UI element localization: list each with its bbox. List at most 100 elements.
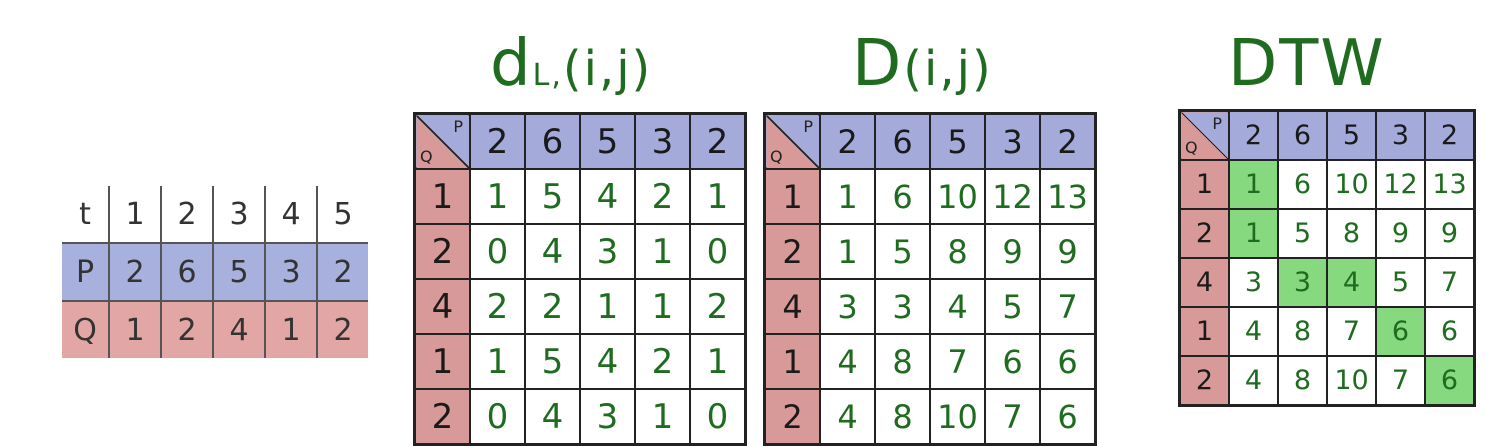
warp-path-cell: 1 <box>1228 159 1279 210</box>
matrix-cell: 2 <box>469 278 526 335</box>
dtw-title: DTW <box>1228 32 1386 96</box>
matrix-cell: 4 <box>1228 306 1279 357</box>
matrix-cell: 3 <box>1228 257 1279 308</box>
matrix-cell: 1 <box>819 223 876 280</box>
matrix-row: 2 4 8 10 7 6 <box>763 388 1097 446</box>
p-column-header: 6 <box>524 112 581 170</box>
matrix-cell: 3 <box>819 278 876 335</box>
matrix-cell: 5 <box>874 223 931 280</box>
p-column-header: 2 <box>1424 109 1476 161</box>
matrix-cell: 7 <box>1375 355 1426 407</box>
p-row: P 2 6 5 3 2 <box>62 242 368 301</box>
corner-q-label: Q <box>1185 138 1198 157</box>
matrix-cell: 9 <box>1375 208 1426 259</box>
matrix-cell: 9 <box>1424 208 1476 259</box>
p-column-header: 2 <box>1228 109 1279 161</box>
q-row-header: 2 <box>763 223 821 280</box>
matrix-cell: 2 <box>634 333 691 390</box>
p-label: P <box>62 242 109 301</box>
matrix-row: 115421 <box>413 168 747 225</box>
dtw-matrix: P Q 2 6 5 3 2 1 1 6 10 12 13 2 1 5 8 9 9 4 3 3 4 5 7 1 4 8 7 6 6 2 4 8 10 7… <box>1178 109 1476 407</box>
p-column-header: 2 <box>1039 112 1097 170</box>
matrix-cell: 5 <box>524 168 581 225</box>
q-row-header: 2 <box>413 388 471 446</box>
matrix-row: 148766 <box>1178 306 1476 357</box>
warp-path-cell: 6 <box>1424 355 1476 407</box>
p-column-header: 3 <box>984 112 1041 170</box>
matrix-cell: 8 <box>1326 208 1377 259</box>
matrix-cell: 6 <box>1277 159 1328 210</box>
matrix-row: 204310 <box>413 223 747 280</box>
matrix-cell: 7 <box>929 333 986 390</box>
q-row-header: 4 <box>413 278 471 335</box>
matrix-cell: 6 <box>1424 306 1476 357</box>
matrix-cell: 8 <box>1277 355 1328 407</box>
matrix-cell: 2 <box>689 278 747 335</box>
p-column-header: 2 <box>689 112 747 170</box>
t-value: 4 <box>264 186 317 243</box>
p-value: 3 <box>264 242 317 301</box>
corner-p-label: P <box>453 117 463 136</box>
matrix-cell: 1 <box>634 388 691 446</box>
matrix-cell: 10 <box>1326 159 1377 210</box>
matrix-cell: 2 <box>524 278 581 335</box>
t-value: 1 <box>108 186 161 243</box>
matrix-row: 215899 <box>1178 208 1476 259</box>
matrix-cell: 7 <box>1326 306 1377 357</box>
p-column-header: 3 <box>634 112 691 170</box>
matrix-row: 115421 <box>413 333 747 390</box>
q-row-header: 4 <box>1178 257 1230 308</box>
q-value: 2 <box>316 300 368 358</box>
matrix-cell: 8 <box>874 388 931 446</box>
p-value: 5 <box>212 242 265 301</box>
q-row-header: 1 <box>1178 306 1230 357</box>
p-column-header: 5 <box>929 112 986 170</box>
t-value: 3 <box>212 186 265 243</box>
matrix-cell: 0 <box>469 388 526 446</box>
warp-path-cell: 6 <box>1375 306 1426 357</box>
q-row-header: 1 <box>763 168 821 225</box>
matrix-row: 215899 <box>763 223 1097 280</box>
matrix-cell: 8 <box>929 223 986 280</box>
matrix-row: 422112 <box>413 278 747 335</box>
matrix-cell: 1 <box>634 278 691 335</box>
cost-matrix: P Q 2 6 5 3 2 1 1 6 10 12 13 2 1 5 8 9 9 4 3 3 4 5 7 1 4 8 7 6 6 2 4 8 10 7… <box>763 112 1097 446</box>
p-column-header: 5 <box>579 112 636 170</box>
corner-cell: PQ <box>1178 109 1230 161</box>
header-row: PQ26532 <box>1178 109 1476 161</box>
matrix-cell: 5 <box>524 333 581 390</box>
matrix-cell: 3 <box>874 278 931 335</box>
matrix-cell: 7 <box>984 388 1041 446</box>
matrix-row: 433457 <box>1178 257 1476 308</box>
matrix-row: 204310 <box>413 388 747 446</box>
matrix-cell: 8 <box>1277 306 1328 357</box>
matrix-cell: 12 <box>1375 159 1426 210</box>
matrix-cell: 1 <box>469 168 526 225</box>
p-value: 2 <box>316 242 368 301</box>
matrix-cell: 1 <box>689 333 747 390</box>
corner-q-label: Q <box>420 147 433 166</box>
matrix-cell: 1 <box>634 223 691 280</box>
q-value: 4 <box>212 300 265 358</box>
title-rest: (i,j) <box>562 41 653 97</box>
matrix-cell: 13 <box>1039 168 1097 225</box>
matrix-row: 148766 <box>763 333 1097 390</box>
matrix-cell: 4 <box>1228 355 1279 407</box>
warp-path-cell: 4 <box>1326 257 1377 308</box>
matrix-cell: 8 <box>874 333 931 390</box>
title-sub: L, <box>532 58 563 93</box>
matrix-cell: 4 <box>524 223 581 280</box>
title-main: D <box>852 27 904 101</box>
matrix-cell: 5 <box>984 278 1041 335</box>
t-value: 2 <box>160 186 213 243</box>
warp-path-cell: 3 <box>1277 257 1328 308</box>
matrix-cell: 5 <box>1375 257 1426 308</box>
p-column-header: 5 <box>1326 109 1377 161</box>
matrix-cell: 1 <box>579 278 636 335</box>
q-value: 1 <box>264 300 317 358</box>
matrix-cell: 13 <box>1424 159 1476 210</box>
p-column-header: 2 <box>819 112 876 170</box>
matrix-cell: 3 <box>579 388 636 446</box>
matrix-cell: 6 <box>1039 388 1097 446</box>
p-column-header: 6 <box>874 112 931 170</box>
